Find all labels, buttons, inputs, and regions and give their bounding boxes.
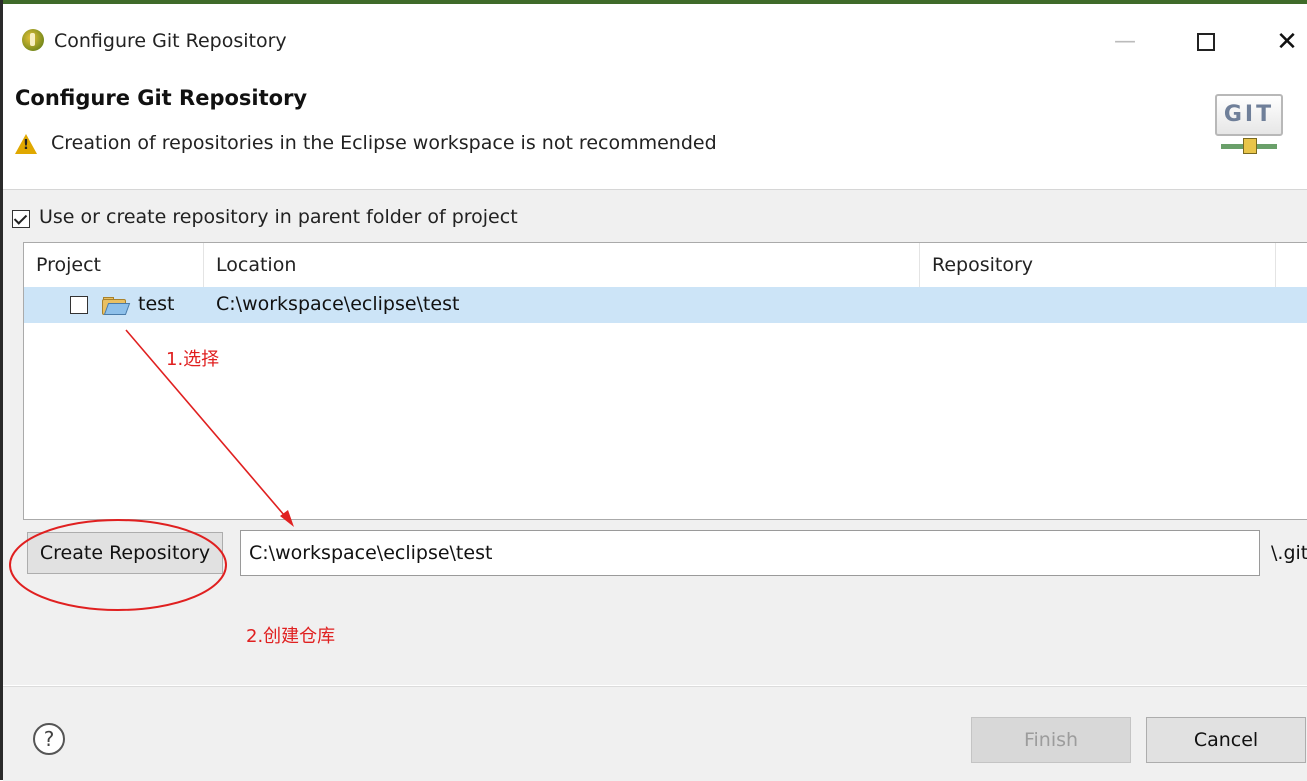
table-row[interactable]: test C:\workspace\eclipse\test	[24, 287, 1307, 323]
help-icon[interactable]: ?	[33, 723, 65, 755]
git-logo-knob	[1243, 138, 1257, 154]
window-top-border	[0, 0, 1307, 4]
git-logo-text: GIT	[1215, 94, 1283, 136]
wizard-body: Use or create repository in parent folde…	[3, 190, 1307, 685]
close-button[interactable]: ✕	[1267, 24, 1307, 60]
column-header-project[interactable]: Project	[24, 243, 204, 287]
window-title: Configure Git Repository	[54, 30, 287, 52]
project-table: Project Location Repository test C:\work…	[23, 242, 1307, 520]
maximize-icon	[1197, 33, 1215, 51]
warning-icon	[15, 134, 37, 154]
project-row-checkbox[interactable]	[70, 296, 88, 314]
repository-path-input[interactable]	[240, 530, 1260, 576]
wizard-header: Configure Git Repository Creation of rep…	[3, 64, 1307, 190]
finish-button[interactable]: Finish	[971, 717, 1131, 763]
minimize-button[interactable]: —	[1105, 24, 1145, 60]
table-header: Project Location Repository	[24, 243, 1307, 287]
cancel-button[interactable]: Cancel	[1146, 717, 1306, 763]
warning-message: Creation of repositories in the Eclipse …	[51, 132, 717, 154]
use-parent-folder-label[interactable]: Use or create repository in parent folde…	[39, 206, 518, 228]
create-repository-button[interactable]: Create Repository	[27, 532, 223, 574]
git-suffix-label: \.git	[1271, 542, 1307, 564]
git-logo-icon: GIT	[1215, 94, 1283, 156]
page-title: Configure Git Repository	[15, 86, 308, 110]
wizard-footer: ? Finish Cancel	[3, 686, 1307, 781]
project-name-cell: test	[138, 293, 175, 315]
eclipse-icon	[22, 29, 44, 51]
annotation-step1: 1.选择	[166, 349, 220, 370]
title-bar: Configure Git Repository — ✕	[10, 22, 1307, 64]
folder-icon	[102, 297, 131, 315]
column-header-location[interactable]: Location	[204, 243, 920, 287]
maximize-button[interactable]	[1186, 24, 1226, 60]
use-parent-folder-checkbox[interactable]	[12, 210, 30, 228]
project-location-cell: C:\workspace\eclipse\test	[216, 293, 460, 315]
column-header-repository[interactable]: Repository	[920, 243, 1276, 287]
annotation-step2: 2.创建仓库	[246, 626, 336, 647]
